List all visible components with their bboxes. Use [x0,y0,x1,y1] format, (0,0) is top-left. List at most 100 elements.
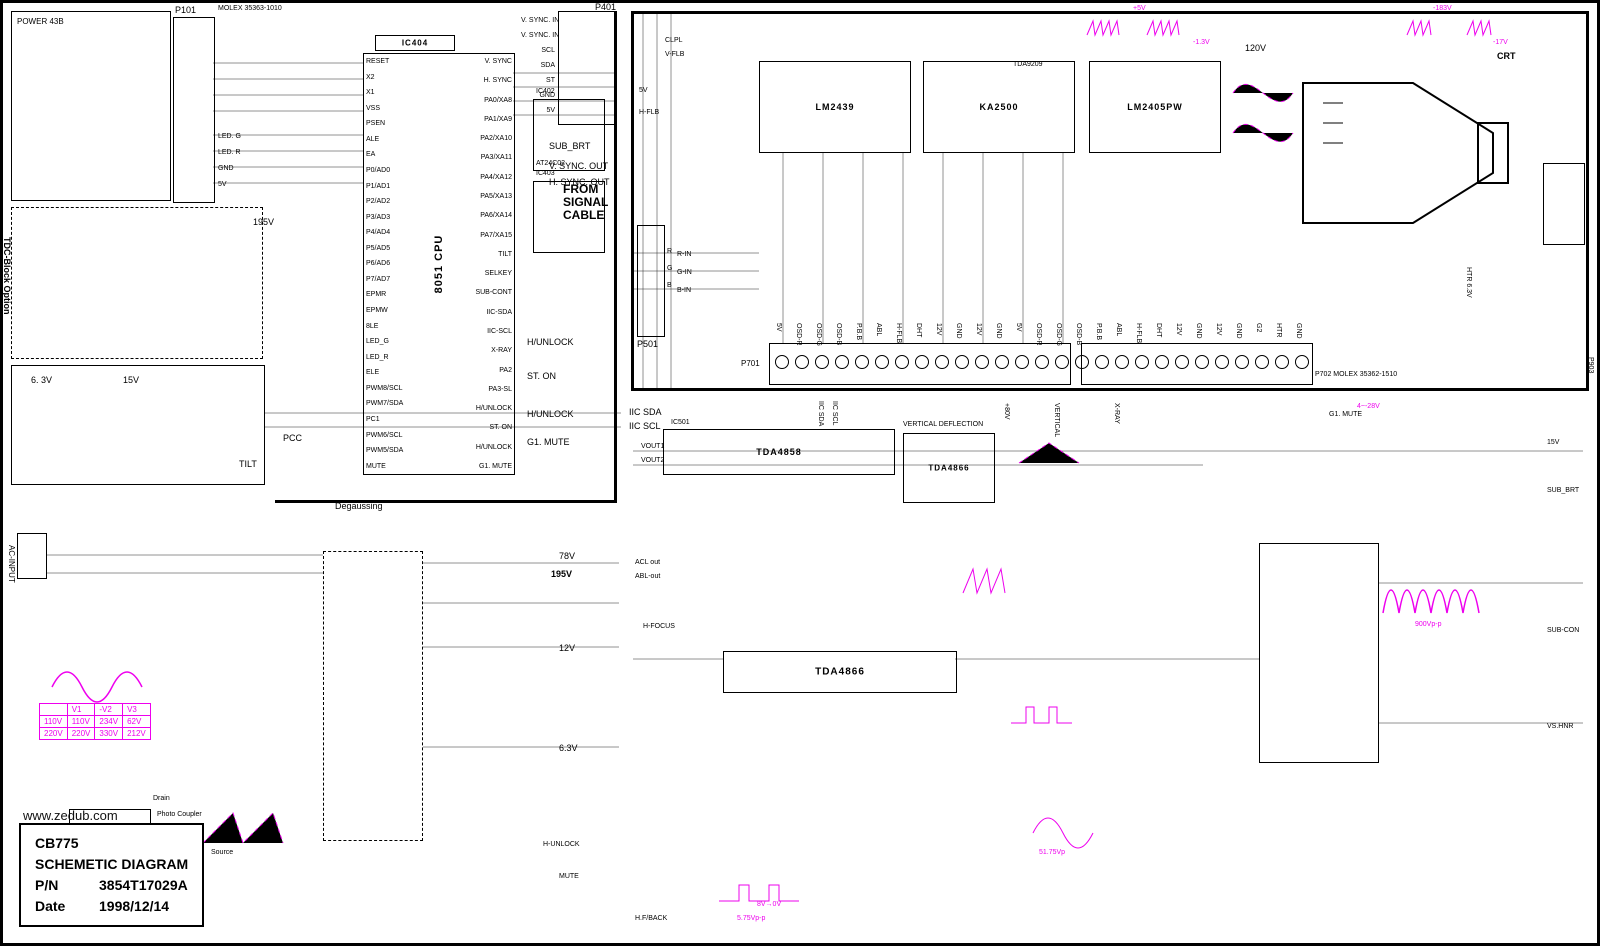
gin-label: G-IN [677,269,692,276]
title-label: SCHEMETIC DIAGRAM [35,854,188,875]
hfback-label: H.F/BACK [635,915,667,922]
connector-p501 [637,225,665,337]
p701-label: P701 [741,359,760,368]
molex1-label: MOLEX 35363-1010 [218,5,282,12]
rail-5: IIC SDA [817,401,824,426]
vflb-label: V-FLB [665,51,684,58]
v195-label: 195V [253,217,274,227]
ablout-label: ABL-out [635,573,660,580]
p101-label: P101 [175,5,196,15]
voltage-table: V1-V2V3 110V110V234V62V 220V220V330V212V [39,703,151,740]
ic501-name: TDA4858 [756,447,802,457]
ac-connector [17,533,47,579]
rail-1: +80V [1003,403,1010,420]
crt-label: CRT [1497,51,1516,61]
connector-p903 [1543,163,1585,245]
v12-label: 12V [559,643,575,653]
mcu-section-frame [275,11,617,503]
tdc-block [11,207,263,359]
ic-502: TDA4866 [903,433,995,503]
vs-hnr-out: VS.HNR [1547,723,1573,730]
ic901-name: LM2439 [815,102,854,112]
wave-top-3: -1.3V [1193,39,1210,46]
tda4866-name: TDA4866 [815,667,865,678]
vert-defl-label: VERTICAL DEFLECTION [903,421,983,428]
p903-label: P903 [1587,357,1594,373]
wave-1 [963,563,1043,603]
source-label: Source [211,849,233,856]
ic-901: LM2439 [759,61,911,153]
psu-transformer [323,551,423,841]
wave-top-1: +5V [1133,5,1146,12]
waveforms-top [1087,15,1547,45]
connector-p101: /*pins drawn below*/ [173,17,215,203]
ic-902: LM2405PW [1089,61,1221,153]
p501-label: P501 [637,339,658,349]
wave-top-4: -17V [1493,39,1508,46]
schematic-sheet: POWER 43B /*pins drawn below*/ P101 MOLE… [0,0,1600,946]
sub-brt-out: SUB_BRT [1547,487,1579,494]
keypad-block [11,11,171,201]
tdc-block-label: TDC-Block Option [2,237,12,315]
clpl-label: CLPL [665,37,683,44]
ic902-name: LM2405PW [1127,102,1183,112]
tilt-label: TILT [239,459,257,469]
tda9209-label: TDA9209 [1013,61,1043,68]
hfocus-label: H-FOCUS [643,623,675,630]
iic-sda-label: IIC SDA [629,407,662,417]
ic-501: TDA4858 [663,429,895,475]
hflb-label: H-FLB [639,109,659,116]
wave-900v: 900Vp-p [1415,621,1441,628]
psu-wave [47,657,167,701]
p702-label: P702 MOLEX 35362-1510 [1315,371,1397,378]
title-date: 1998/12/14 [99,896,169,917]
title-model: CB775 [35,833,188,854]
wave4-val: 5.75Vp-p [737,915,765,922]
g1mute-out: G1. MUTE [1329,411,1362,418]
htr-label: HTR 6.3V [1465,267,1472,298]
mute-label: MUTE [559,873,579,880]
wave-top-2: -183V [1433,5,1452,12]
crt-symbol [1293,43,1513,243]
watermark: www.zedub.com [23,808,118,823]
ic-905: KA2500 [923,61,1075,153]
aclout-label: ACL out [635,559,660,566]
vout1-label: VOUT1 [641,443,664,450]
wave-3 [1033,813,1123,853]
signal-cable-label: FROMSIGNALCABLE [563,183,633,223]
v6-3-label-2: 6.3V [559,743,578,753]
wave3-val: 51.75Vp [1039,849,1065,856]
ic-deflection-proc: TDA4866 [723,651,957,693]
wave-2 [1011,703,1091,743]
v195-label-2: 195V [551,569,572,579]
title-pn: 3854T17029A [99,875,188,896]
vout2-label: VOUT2 [641,457,664,464]
title-date-label: Date [35,896,85,917]
wave4-val2: 8V→0V [757,901,781,908]
gnd-label-1: GND [218,165,234,172]
ic905-name: KA2500 [979,102,1018,112]
flyback-wave [1383,563,1583,633]
v15-label: 15V [123,375,139,385]
ledr-label: LED. R [218,149,241,156]
ic501-id: IC501 [671,419,690,426]
photo-label: Photo Coupler [157,811,187,818]
rail-2: VERTICAL [1053,403,1060,437]
sub-con-out: SUB-CON [1547,627,1579,634]
ledg-label: LED. G [218,133,241,140]
flyback-transformer [1259,543,1379,763]
hunlock3-label: H-UNLOCK [543,841,580,848]
rail-3: X-RAY [1113,403,1120,424]
ac-input-label: AC-INPUT [7,545,16,583]
drain-label: Drain [153,795,170,802]
v6-3-label: 6. 3V [31,375,52,385]
power-conn-label: POWER 43B [17,17,64,26]
rin-label: R-IN [677,251,691,258]
5v-label-1: 5V [218,181,227,188]
ic502-name: TDA4866 [928,464,969,473]
v28-out: 4~-28V [1357,403,1380,410]
v78-label: 78V [559,551,575,561]
5v-label-2: 5V [639,87,648,94]
title-block: CB775 SCHEMETIC DIAGRAM P/N 3854T17029A D… [19,823,204,927]
title-pn-label: P/N [35,875,85,896]
